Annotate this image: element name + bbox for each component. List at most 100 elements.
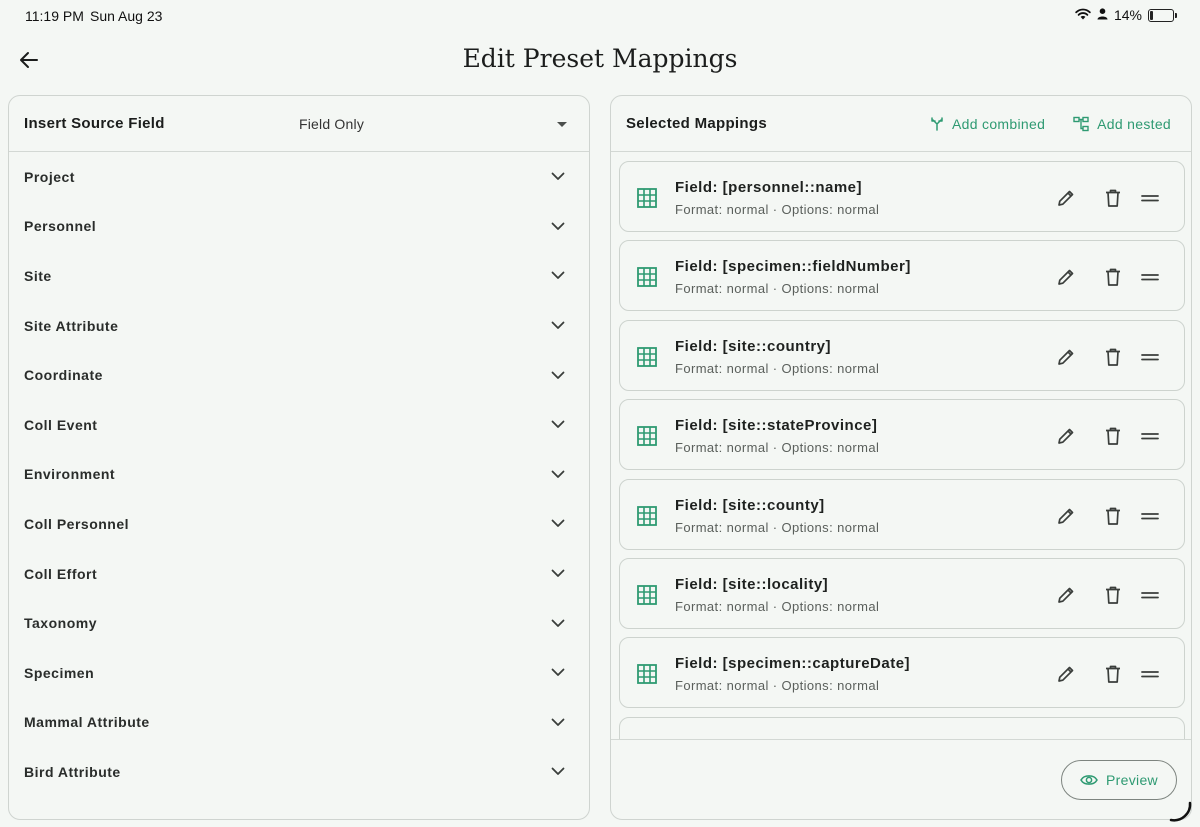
preview-button[interactable]: Preview [1061, 760, 1177, 800]
chevron-down-icon [551, 768, 565, 776]
drag-handle-icon [1141, 511, 1159, 521]
edit-button[interactable] [1052, 581, 1080, 609]
table-grid-icon [637, 188, 657, 213]
selected-mappings-title: Selected Mappings [626, 115, 767, 132]
merge-icon [931, 117, 943, 131]
drag-handle-icon [1141, 272, 1159, 282]
drag-handle[interactable] [1136, 581, 1164, 609]
delete-button[interactable] [1099, 263, 1127, 291]
edit-button[interactable] [1052, 502, 1080, 530]
category-item[interactable]: Site Attribute [9, 301, 589, 351]
add-nested-button[interactable]: Add nested [1073, 116, 1171, 132]
mapping-card[interactable]: Field: [specimen::fieldNumber] Format: no… [619, 240, 1185, 312]
category-item[interactable]: Coordinate [9, 350, 589, 400]
edit-button[interactable] [1052, 660, 1080, 688]
status-bar: 11:19 PM Sun Aug 23 14% [0, 0, 1200, 32]
caret-down-icon [557, 121, 567, 127]
insert-source-field-panel: Insert Source Field Field Only Project Pe… [8, 95, 590, 820]
add-combined-button[interactable]: Add combined [930, 116, 1045, 132]
drag-handle[interactable] [1136, 502, 1164, 530]
category-item[interactable]: Coll Event [9, 400, 589, 450]
category-label: Project [24, 168, 75, 185]
delete-button[interactable] [1099, 581, 1127, 609]
edit-button[interactable] [1052, 263, 1080, 291]
category-label: Coordinate [24, 367, 103, 384]
trash-icon [1104, 267, 1122, 287]
trash-icon [1104, 585, 1122, 605]
table-grid-icon [637, 426, 657, 451]
status-time: 11:19 PM [25, 8, 84, 24]
chevron-down-icon [551, 718, 565, 726]
page-title: Edit Preset Mappings [462, 44, 738, 73]
drag-handle[interactable] [1136, 184, 1164, 212]
chevron-down-icon [551, 371, 565, 379]
chevron-down-icon [551, 619, 565, 627]
table-grid-icon [637, 346, 657, 372]
mapping-subtitle: Format: normal · Options: normal [675, 360, 880, 376]
category-label: Coll Event [24, 416, 98, 433]
category-item[interactable]: Bird Attribute [9, 747, 589, 797]
trash-icon [1104, 188, 1122, 208]
category-item[interactable]: Personnel [9, 202, 589, 252]
insert-source-field-title: Insert Source Field [24, 115, 165, 132]
mapping-card-partial[interactable] [619, 716, 1185, 739]
mapping-list[interactable]: Field: [personnel::name] Format: normal ·… [611, 153, 1191, 739]
drag-handle[interactable] [1136, 343, 1164, 371]
mapping-title: Field: [site::stateProvince] [675, 417, 878, 435]
trash-icon [1104, 426, 1122, 446]
drag-handle[interactable] [1136, 660, 1164, 688]
delete-button[interactable] [1099, 660, 1127, 688]
mapping-card[interactable]: Field: [site::locality] Format: normal · … [619, 558, 1185, 629]
category-item[interactable]: Taxonomy [9, 598, 589, 648]
delete-button[interactable] [1099, 184, 1127, 212]
category-label: Environment [24, 466, 116, 483]
mapping-title: Field: [specimen::fieldNumber] [675, 258, 911, 276]
drag-handle-icon [1141, 590, 1159, 600]
category-item[interactable]: Mammal Attribute [9, 698, 589, 748]
edit-button[interactable] [1052, 422, 1080, 450]
mapping-card[interactable]: Field: [site::country]Format: normal · O… [619, 319, 1185, 391]
field-type-dropdown[interactable]: Field Only [299, 96, 577, 152]
delete-button[interactable] [1099, 343, 1127, 371]
mapping-card[interactable]: Field: [specimen::captureDate] Format: no… [619, 637, 1185, 709]
chevron-down-icon [551, 272, 565, 280]
chevron-down-icon [551, 420, 565, 429]
mapping-subtitle: Format: normal · Options: normal [675, 440, 880, 456]
mapping-card[interactable]: Field: [personnel::name] Format: normal ·… [619, 161, 1185, 232]
chevron-down-icon [551, 520, 565, 528]
mapping-subtitle: Format: normal · Options: normal [675, 202, 880, 217]
category-item[interactable]: Coll Effort [9, 549, 589, 599]
add-combined-label: Add combined [952, 116, 1046, 132]
mapping-subtitle: Format: normal · Options: normal [675, 599, 880, 614]
mapping-card[interactable]: Field: [site::county] Format: normal · Op… [619, 478, 1185, 550]
drag-handle-icon [1141, 193, 1159, 203]
edit-button[interactable] [1052, 184, 1080, 212]
mapping-title: Field: [site::country] [675, 337, 831, 355]
category-item[interactable]: Environment [9, 450, 589, 500]
drag-handle[interactable] [1136, 263, 1164, 291]
category-item[interactable]: Coll Personnel [9, 499, 589, 549]
corner-arc-icon [1169, 801, 1192, 822]
mapping-card[interactable]: Field: [site::stateProvince]Format: norm… [619, 399, 1185, 471]
category-item[interactable]: Specimen [9, 648, 589, 698]
edit-button[interactable] [1052, 343, 1080, 371]
mapping-title: Field: [site::county] [675, 496, 825, 514]
category-item[interactable]: Site [9, 251, 589, 301]
pencil-icon [1056, 664, 1076, 684]
pencil-icon [1056, 426, 1076, 446]
table-grid-icon [637, 267, 657, 292]
category-item[interactable]: Project [9, 152, 589, 202]
selected-mappings-panel: Selected Mappings Add combined Add neste… [610, 95, 1192, 820]
drag-handle[interactable] [1136, 422, 1164, 450]
pencil-icon [1056, 267, 1076, 287]
account-tree-icon [1073, 116, 1089, 132]
category-label: Site Attribute [24, 317, 119, 334]
selected-mappings-footer: Preview [611, 739, 1191, 819]
table-grid-icon [637, 664, 657, 689]
battery-percent: 14% [1113, 7, 1142, 23]
delete-button[interactable] [1099, 422, 1127, 450]
delete-button[interactable] [1099, 502, 1127, 530]
category-label: Mammal Attribute [24, 714, 150, 731]
pencil-icon [1056, 188, 1076, 208]
table-grid-icon [637, 505, 657, 531]
